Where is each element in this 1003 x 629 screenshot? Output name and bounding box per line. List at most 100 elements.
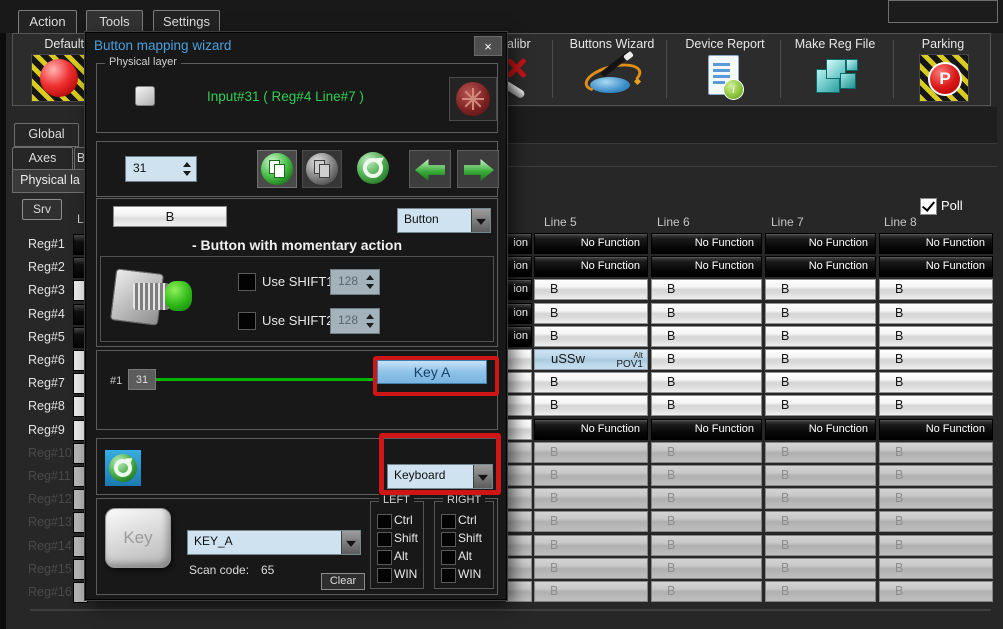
grid-cell-line6: B bbox=[651, 558, 762, 579]
right-shift-checkbox[interactable] bbox=[441, 532, 456, 547]
grid-cell-line7[interactable]: B bbox=[765, 303, 876, 324]
paste-button[interactable] bbox=[302, 150, 342, 188]
menu-tools[interactable]: Tools bbox=[86, 10, 143, 34]
input-index-value: 31 bbox=[133, 157, 146, 181]
grid-cell-line8: B bbox=[879, 488, 993, 509]
grid-cell-line4-fragment[interactable]: ion bbox=[506, 303, 532, 324]
grid-cell-line7[interactable]: B bbox=[765, 395, 876, 416]
grid-cell-line5[interactable]: B bbox=[534, 303, 648, 324]
grid-cell-line5[interactable]: B bbox=[534, 326, 648, 347]
grid-cell-line4-fragment[interactable]: ion bbox=[506, 233, 532, 254]
dropdown-arrow-icon[interactable] bbox=[473, 465, 492, 488]
target-type-dropdown[interactable]: Keyboard bbox=[387, 464, 493, 489]
grid-cell-line6[interactable]: No Function bbox=[651, 256, 762, 277]
grid-cell-line8[interactable]: B bbox=[879, 372, 993, 393]
grid-cell-line4-fragment[interactable]: ion bbox=[506, 256, 532, 277]
grid-cell-line7[interactable]: No Function bbox=[765, 256, 876, 277]
left-alt-label: Alt bbox=[394, 549, 408, 563]
use-shift1-checkbox[interactable] bbox=[238, 273, 256, 291]
clear-button[interactable]: Clear bbox=[321, 573, 365, 590]
dialog-close-button[interactable]: × bbox=[474, 36, 502, 56]
grid-cell-line6[interactable]: B bbox=[651, 279, 762, 300]
grid-cell-line5[interactable]: No Function bbox=[534, 419, 648, 440]
target-type-icon bbox=[105, 450, 141, 486]
right-ctrl-checkbox[interactable] bbox=[441, 514, 456, 529]
grid-cell-line6[interactable]: B bbox=[651, 303, 762, 324]
grid-cell-line6[interactable]: B bbox=[651, 372, 762, 393]
left-shift-checkbox[interactable] bbox=[377, 532, 392, 547]
grid-cell-line6[interactable]: B bbox=[651, 349, 762, 370]
left-ctrl-checkbox[interactable] bbox=[377, 514, 392, 529]
grid-cell-line4-fragment[interactable]: ion bbox=[506, 279, 532, 300]
grid-cell-line7[interactable]: B bbox=[765, 326, 876, 347]
button-name-field[interactable]: B bbox=[113, 206, 227, 227]
grid-cell-line7[interactable]: B bbox=[765, 349, 876, 370]
next-button[interactable] bbox=[457, 150, 499, 188]
shift1-spinner[interactable]: 128 bbox=[330, 269, 380, 295]
input-state-checkbox[interactable] bbox=[135, 86, 155, 106]
use-shift2-checkbox[interactable] bbox=[238, 312, 256, 330]
grid-cell-line8[interactable]: No Function bbox=[879, 419, 993, 440]
tab-axes[interactable]: Axes bbox=[12, 147, 73, 170]
grid-cell-line8: B bbox=[879, 442, 993, 463]
prev-button[interactable] bbox=[409, 150, 451, 188]
spin-up[interactable] bbox=[183, 162, 191, 167]
grid-cell-line7[interactable]: No Function bbox=[765, 233, 876, 254]
menu-action[interactable]: Action bbox=[18, 10, 77, 34]
grid-cell-line8[interactable]: B bbox=[879, 326, 993, 347]
grid-cell-line5[interactable]: No Function bbox=[534, 233, 648, 254]
key-select-dropdown[interactable]: KEY_A bbox=[187, 530, 361, 555]
grid-cell-line8[interactable]: B bbox=[879, 395, 993, 416]
button-grid: ionNo FunctionNo FunctionNo FunctionNo F… bbox=[506, 233, 993, 603]
grid-cell-line7[interactable]: No Function bbox=[765, 419, 876, 440]
mapping-slot-label: #1 bbox=[110, 375, 122, 387]
grid-cell-line4-fragment[interactable] bbox=[506, 372, 532, 393]
grid-cell-line4-fragment[interactable] bbox=[506, 349, 532, 370]
left-win-checkbox[interactable] bbox=[377, 568, 392, 583]
grid-cell-line4-fragment[interactable]: ion bbox=[506, 326, 532, 347]
menu-settings[interactable]: Settings bbox=[153, 10, 220, 34]
grid-cell-line7[interactable]: B bbox=[765, 372, 876, 393]
tab-global[interactable]: Global bbox=[14, 123, 79, 147]
grid-cell-line8[interactable]: B bbox=[879, 303, 993, 324]
grid-cell-line5: B bbox=[534, 558, 648, 579]
right-win-checkbox[interactable] bbox=[441, 568, 456, 583]
tab-physical-layer[interactable]: Physical la bbox=[12, 169, 88, 193]
srv-button[interactable]: Srv bbox=[22, 199, 62, 220]
dropdown-arrow-icon[interactable] bbox=[341, 531, 360, 554]
grid-cell-line6[interactable]: B bbox=[651, 326, 762, 347]
grid-cell-line5[interactable]: No Function bbox=[534, 256, 648, 277]
left-alt-checkbox[interactable] bbox=[377, 550, 392, 565]
next-arrow-icon bbox=[464, 159, 494, 181]
input-status-text: Input#31 ( Reg#4 Line#7 ) bbox=[207, 89, 364, 104]
copy-button[interactable] bbox=[257, 150, 297, 188]
poll-checkbox[interactable] bbox=[920, 198, 937, 215]
grid-cell-line5[interactable]: B bbox=[534, 279, 648, 300]
grid-cell-line5[interactable]: B bbox=[534, 395, 648, 416]
grid-cell-line8[interactable]: B bbox=[879, 279, 993, 300]
reset-icon bbox=[357, 152, 389, 184]
grid-cell-line6[interactable]: No Function bbox=[651, 419, 762, 440]
dropdown-arrow-icon[interactable] bbox=[471, 209, 490, 232]
grid-cell-line7[interactable]: B bbox=[765, 279, 876, 300]
key-target-button[interactable]: Key A bbox=[377, 360, 487, 384]
reset-button[interactable] bbox=[353, 150, 393, 188]
right-alt-checkbox[interactable] bbox=[441, 550, 456, 565]
grid-cell-line5[interactable]: uSSwAltPOV1 bbox=[534, 349, 648, 370]
mapping-input-chip[interactable]: 31 bbox=[128, 369, 156, 390]
grid-cell-line4-fragment[interactable] bbox=[506, 395, 532, 416]
grid-cell-line4-fragment[interactable] bbox=[506, 419, 532, 440]
grid-cell-line8[interactable]: No Function bbox=[879, 233, 993, 254]
input-index-spinner[interactable]: 31 bbox=[125, 156, 197, 182]
button-type-dropdown[interactable]: Button bbox=[397, 208, 491, 233]
grid-cell-line8[interactable]: No Function bbox=[879, 256, 993, 277]
spin-down[interactable] bbox=[183, 171, 191, 176]
grid-cell-line6[interactable]: B bbox=[651, 395, 762, 416]
ussw-main-label: uSSw bbox=[551, 351, 585, 366]
grid-cell-line5[interactable]: B bbox=[534, 372, 648, 393]
grid-cell-line6[interactable]: No Function bbox=[651, 233, 762, 254]
input-indicator-lamp[interactable] bbox=[449, 77, 497, 121]
shift2-spinner[interactable]: 128 bbox=[330, 308, 380, 334]
grid-cell-line8[interactable]: B bbox=[879, 349, 993, 370]
button-type-value: Button bbox=[404, 209, 439, 232]
